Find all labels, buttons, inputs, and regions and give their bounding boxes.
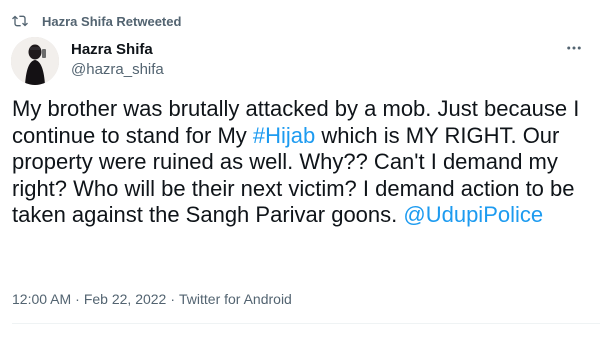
author-block[interactable]: Hazra Shifa @hazra_shifa [71, 40, 164, 80]
tweet-text: My brother was brutally attacked by a mo… [12, 96, 588, 229]
tweet-time[interactable]: 12:00 AM [12, 290, 71, 308]
avatar[interactable] [11, 37, 59, 85]
more-icon [567, 46, 581, 50]
retweet-context[interactable]: Hazra Shifa Retweeted [12, 12, 181, 30]
author-display-name[interactable]: Hazra Shifa [71, 40, 164, 60]
retweet-icon [12, 15, 28, 27]
retweet-label: Hazra Shifa Retweeted [42, 13, 182, 29]
tweet-date[interactable]: Feb 22, 2022 [84, 290, 167, 308]
divider [12, 323, 600, 324]
meta-separator: · [75, 291, 80, 307]
tweet-source[interactable]: Twitter for Android [179, 290, 292, 308]
hashtag-link[interactable]: #Hijab [253, 123, 315, 148]
mention-link[interactable]: @UdupiPolice [403, 202, 543, 227]
more-options-button[interactable] [562, 38, 586, 58]
meta-separator: · [170, 291, 176, 307]
tweet[interactable]: Hazra Shifa Retweeted Hazra Shifa @hazra… [0, 0, 600, 338]
avatar-image [11, 37, 59, 85]
tweet-meta: 12:00 AM · Feb 22, 2022 · Twitter for An… [12, 290, 292, 308]
author-handle[interactable]: @hazra_shifa [71, 60, 164, 80]
